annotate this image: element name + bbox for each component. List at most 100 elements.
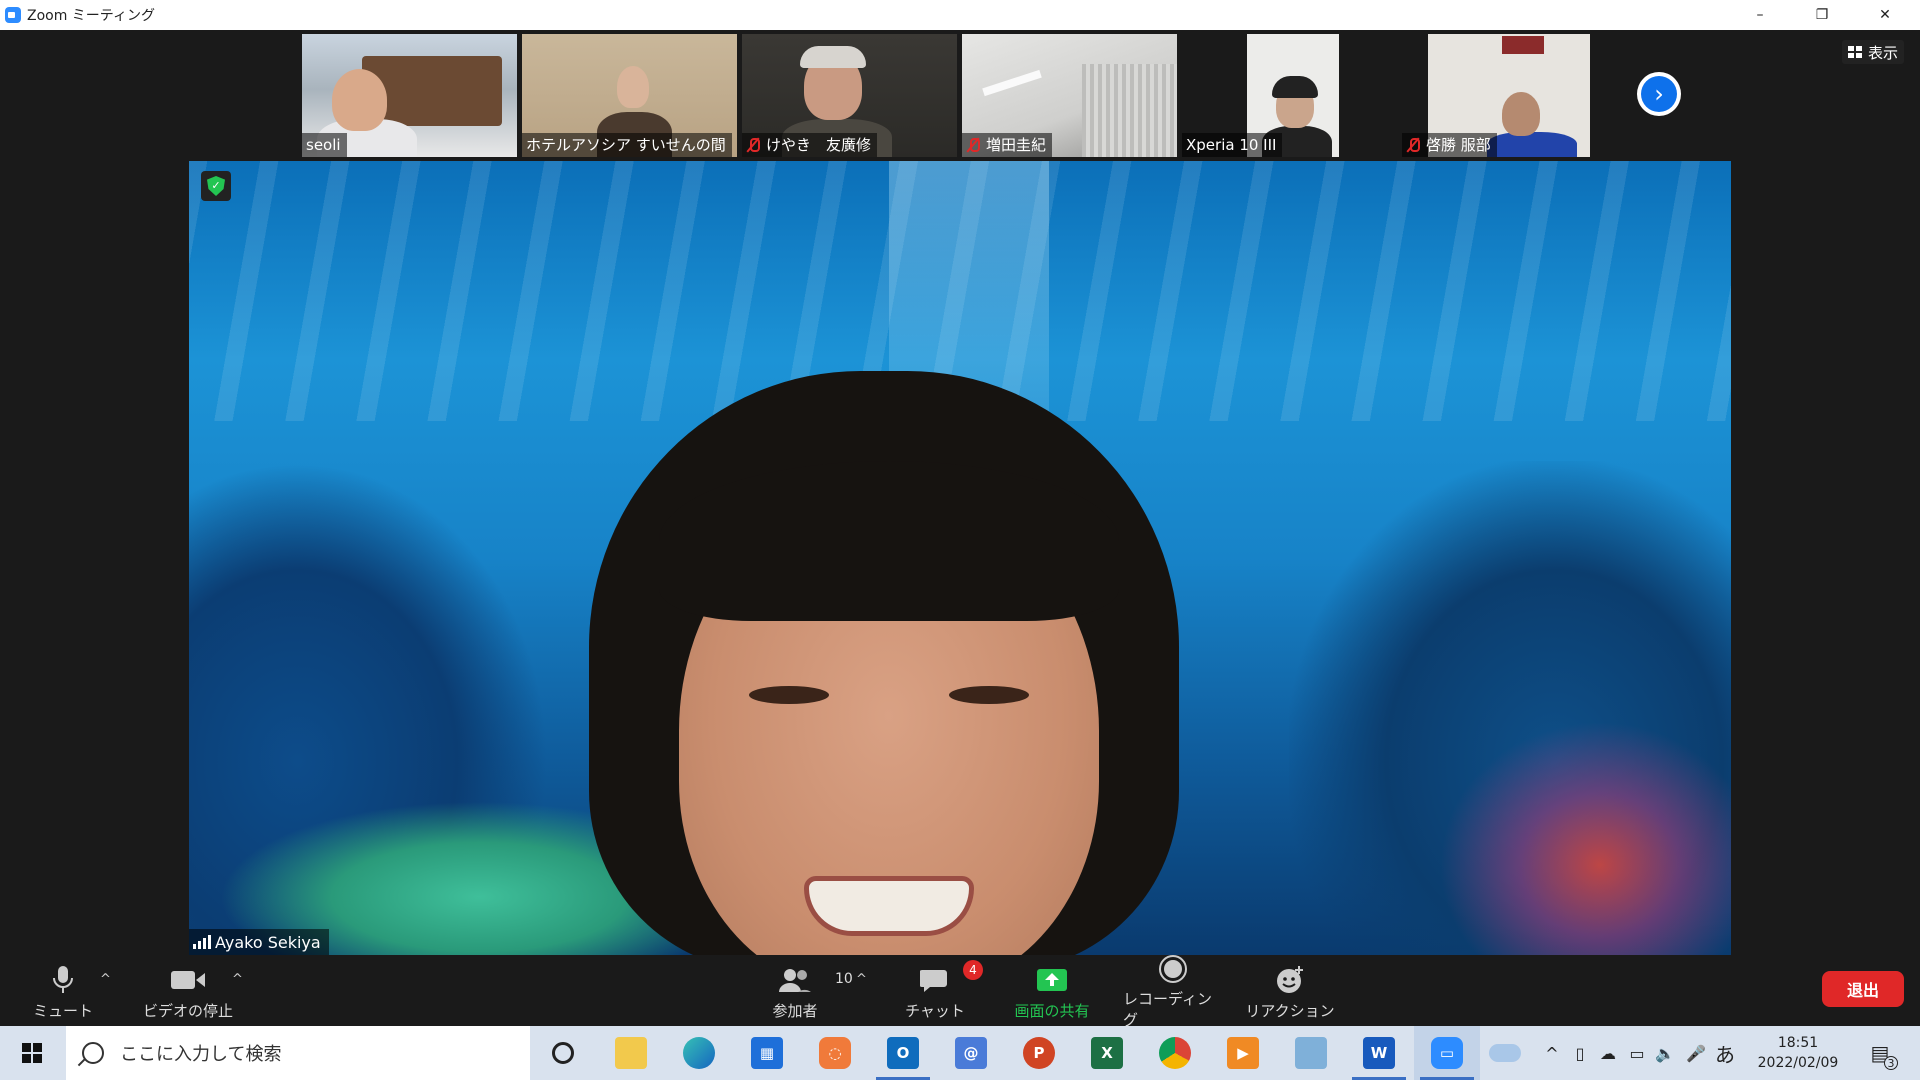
taskbar-app-desktop[interactable] — [1278, 1026, 1344, 1080]
taskbar-search[interactable]: ここに入力して検索 — [66, 1026, 530, 1080]
participants-button[interactable]: 10 参加者 — [755, 958, 853, 1026]
video-options-chevron-icon[interactable]: ^ — [232, 972, 243, 987]
notification-center-button[interactable]: ▤ 3 — [1860, 1026, 1900, 1080]
smiley-icon — [1275, 964, 1305, 996]
red-coral — [1439, 721, 1731, 955]
taskbar-app-word[interactable]: W — [1346, 1026, 1412, 1080]
taskbar-app-outlook[interactable]: O — [870, 1026, 936, 1080]
cortana-button[interactable] — [530, 1026, 596, 1080]
chrome-icon — [1159, 1037, 1191, 1069]
meeting-area: seoli ホテルアソシア すいせんの間 けやき 友廣修 増田圭紀 Xperia… — [0, 30, 1920, 958]
taskbar-app-onedrive[interactable] — [1472, 1026, 1538, 1080]
participant-tile[interactable]: 増田圭紀 — [962, 34, 1177, 157]
taskbar-app-player[interactable]: ▶ — [1210, 1026, 1276, 1080]
taskbar-app-powerpoint[interactable]: P — [1006, 1026, 1072, 1080]
notification-count: 3 — [1884, 1056, 1898, 1070]
taskbar-app-mail[interactable]: @ — [938, 1026, 1004, 1080]
show-hidden-icons-chevron-icon[interactable]: ^ — [1540, 1026, 1564, 1080]
chat-badge: 4 — [963, 959, 983, 980]
participant-tile[interactable]: ホテルアソシア すいせんの間 — [522, 34, 737, 157]
cloud-icon — [1489, 1044, 1521, 1062]
view-button[interactable]: 表示 — [1841, 40, 1904, 64]
speaker-name: Ayako Sekiya — [215, 932, 321, 952]
video-camera-icon — [170, 964, 206, 996]
speaker-eye-right — [949, 686, 1029, 704]
taskbar-clock[interactable]: 18:51 2022/02/09 — [1748, 1026, 1848, 1080]
ime-indicator[interactable]: あ — [1710, 1026, 1740, 1080]
participant-tile[interactable]: Xperia 10 III — [1182, 34, 1397, 157]
restore-button[interactable]: ❐ — [1792, 0, 1852, 30]
chevron-right-icon: › — [1641, 76, 1677, 112]
wall-picture — [1502, 36, 1544, 54]
record-button[interactable]: レコーディング — [1123, 955, 1223, 1029]
blinds — [1082, 64, 1177, 157]
close-button[interactable]: ✕ — [1855, 0, 1915, 30]
signal-strength-icon — [193, 935, 211, 949]
speaker-bangs — [659, 461, 1119, 621]
participants-icon: 10 — [778, 964, 853, 996]
taskbar-app-excel[interactable]: X — [1074, 1026, 1140, 1080]
device-icon[interactable]: ▯ — [1568, 1026, 1592, 1080]
muted-mic-icon — [966, 137, 980, 153]
store-icon: ▦ — [751, 1037, 783, 1069]
powerpoint-icon: P — [1023, 1037, 1055, 1069]
participants-options-chevron-icon[interactable]: ^ — [856, 972, 867, 987]
leave-button[interactable]: 退出 — [1822, 971, 1904, 1007]
onedrive-tray-icon[interactable]: ☁ — [1596, 1026, 1620, 1080]
participant-hair — [1272, 76, 1318, 98]
microphone-tray-icon[interactable]: 🎤 — [1686, 1026, 1706, 1080]
folder-icon — [615, 1037, 647, 1069]
reaction-button[interactable]: リアクション — [1240, 958, 1340, 1026]
participant-hair — [800, 46, 866, 68]
taskbar-app-zoom[interactable]: ▭ — [1414, 1026, 1480, 1080]
taskbar-app-store[interactable]: ▦ — [734, 1026, 800, 1080]
zoom-icon: ▭ — [1431, 1037, 1463, 1069]
share-screen-icon — [1036, 964, 1068, 996]
participant-tile[interactable]: seoli — [302, 34, 517, 157]
taskbar-app-circle[interactable]: ◌ — [802, 1026, 868, 1080]
outlook-icon: O — [887, 1037, 919, 1069]
start-button[interactable] — [0, 1026, 64, 1080]
participant-name: 増田圭紀 — [962, 133, 1053, 157]
player-icon: ▶ — [1227, 1037, 1259, 1069]
mute-button[interactable]: ミュート — [28, 958, 98, 1026]
share-screen-button[interactable]: 画面の共有 — [1002, 958, 1102, 1026]
participant-name: ホテルアソシア すいせんの間 — [522, 133, 732, 157]
audio-options-chevron-icon[interactable]: ^ — [100, 972, 111, 987]
taskbar-app-file-explorer[interactable] — [598, 1026, 664, 1080]
zoom-app: Zoom ミーティング – ❐ ✕ seoli ホテルアソシア すいせんの間 け… — [0, 0, 1920, 1080]
search-icon — [82, 1042, 104, 1064]
stop-video-button[interactable]: ビデオの停止 — [138, 958, 238, 1026]
taskbar-app-chrome[interactable] — [1142, 1026, 1208, 1080]
speaker-name-tag: Ayako Sekiya — [189, 929, 329, 955]
volume-icon[interactable]: 🔈 — [1652, 1026, 1678, 1080]
minimize-button[interactable]: – — [1730, 0, 1790, 30]
clock-date: 2022/02/09 — [1757, 1055, 1839, 1071]
speaker-eye-left — [749, 686, 829, 704]
network-icon[interactable]: ▭ — [1624, 1026, 1650, 1080]
participant-name: Xperia 10 III — [1182, 133, 1283, 157]
desktop-icon — [1295, 1037, 1327, 1069]
speaker-video: ✓ Ayako Sekiya — [189, 161, 1731, 955]
chat-button[interactable]: 4 チャット — [895, 958, 983, 1026]
app-icon: ◌ — [819, 1037, 851, 1069]
window-title: Zoom ミーティング — [27, 8, 155, 24]
participant-name: seoli — [302, 133, 347, 157]
chat-label: チャット — [905, 1001, 965, 1020]
mail-icon: @ — [955, 1037, 987, 1069]
encryption-shield-icon[interactable]: ✓ — [201, 171, 231, 201]
chat-icon: 4 — [920, 959, 983, 996]
ceiling-light — [982, 69, 1042, 97]
next-page-button[interactable]: › — [1637, 72, 1681, 116]
muted-mic-icon — [746, 137, 760, 153]
participant-tile[interactable]: けやき 友廣修 — [742, 34, 957, 157]
participant-face — [332, 69, 387, 131]
taskbar-app-edge[interactable] — [666, 1026, 732, 1080]
participant-body — [1487, 132, 1577, 157]
participant-tile[interactable]: 啓勝 服部 — [1402, 34, 1617, 157]
view-label: 表示 — [1867, 43, 1898, 62]
title-bar: Zoom ミーティング – ❐ ✕ — [0, 0, 1920, 30]
cortana-icon — [552, 1042, 574, 1064]
record-label: レコーディング — [1123, 990, 1212, 1029]
mute-label: ミュート — [32, 1001, 93, 1020]
